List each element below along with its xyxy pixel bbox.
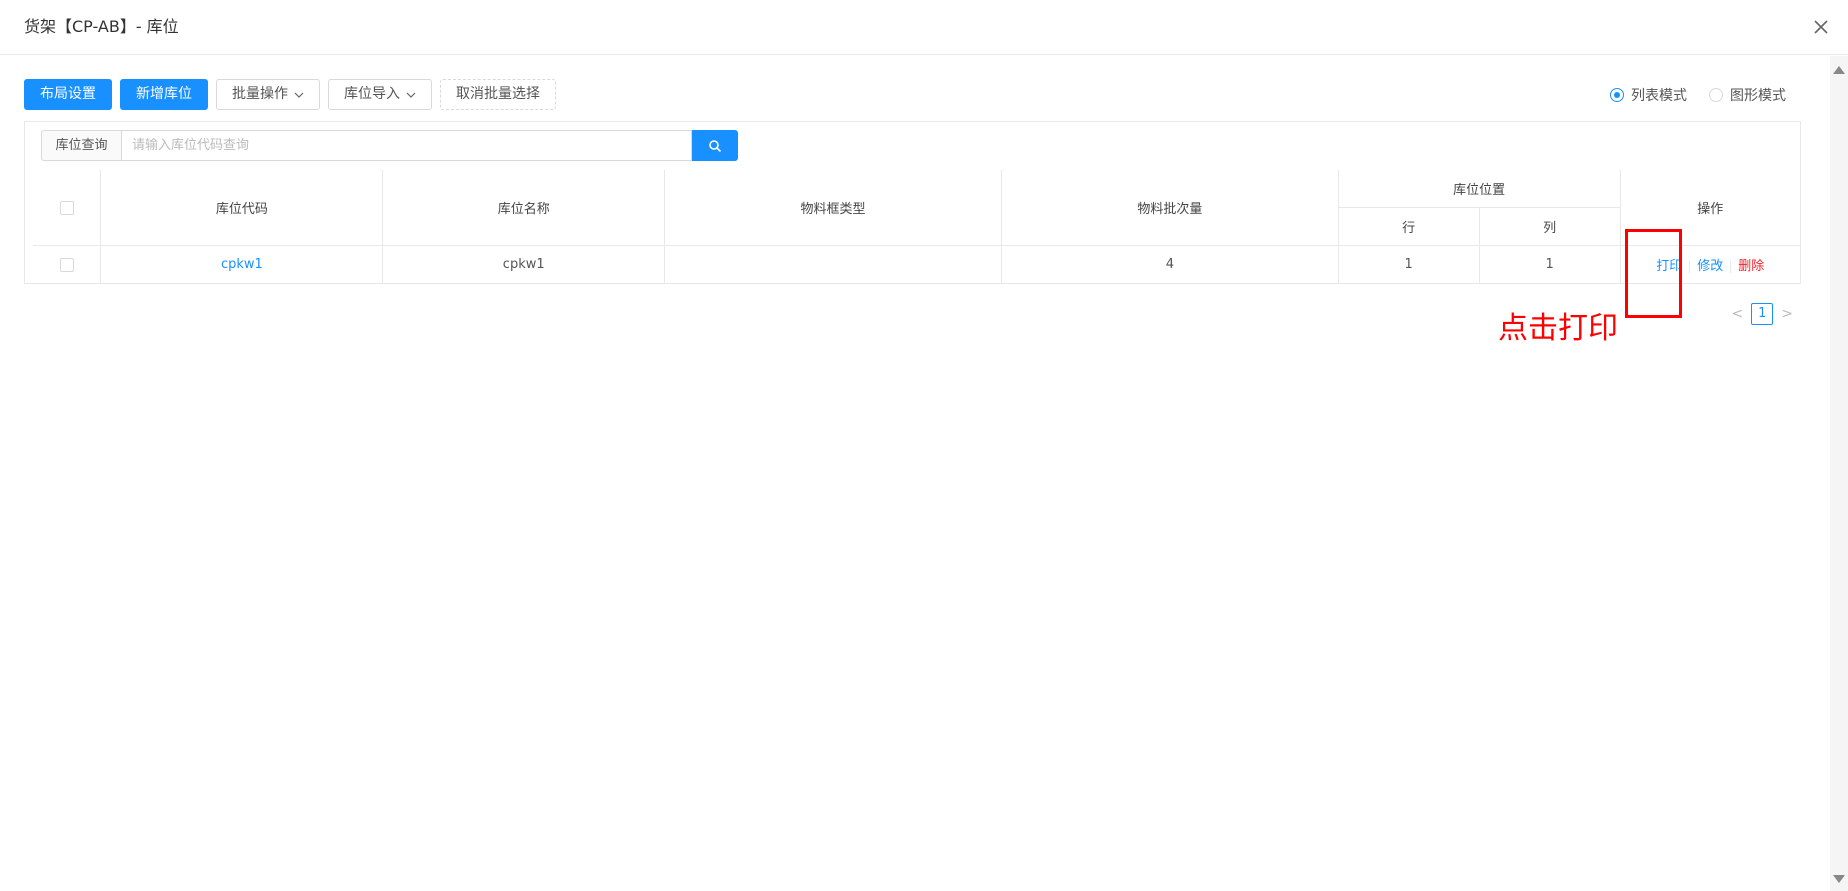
cell-batch-qty: 4 xyxy=(1001,245,1339,284)
add-location-label: 新增库位 xyxy=(136,86,192,102)
view-mode-radio-group: 列表模式 图形模式 xyxy=(1610,85,1786,105)
cancel-batch-select-label: 取消批量选择 xyxy=(456,86,540,102)
dialog-title: 货架【CP-AB】- 库位 xyxy=(24,17,179,36)
select-all-cell xyxy=(33,170,102,246)
row-checkbox[interactable] xyxy=(59,257,74,272)
location-table: 库位代码 库位名称 物料框类型 物料批次量 库位位置 操作 行 列 cpkw1 … xyxy=(33,170,1800,284)
annotation-highlight-box xyxy=(1625,229,1682,318)
dialog-header: 货架【CP-AB】- 库位 xyxy=(0,0,1848,55)
column-header-row: 行 xyxy=(1338,207,1480,246)
column-header-batch-qty: 物料批次量 xyxy=(1001,170,1339,246)
list-mode-label: 列表模式 xyxy=(1631,88,1687,104)
graphic-mode-option[interactable]: 图形模式 xyxy=(1709,85,1786,105)
cancel-batch-select-button[interactable]: 取消批量选择 xyxy=(440,79,556,110)
action-divider xyxy=(1730,260,1732,273)
column-header-name: 库位名称 xyxy=(382,170,666,246)
prev-page-icon[interactable]: < xyxy=(1732,306,1744,322)
batch-operations-dropdown[interactable]: 批量操作 xyxy=(216,79,320,110)
column-header-col: 列 xyxy=(1479,207,1621,246)
graphic-mode-label: 图形模式 xyxy=(1730,88,1786,104)
location-code-link[interactable]: cpkw1 xyxy=(221,257,263,272)
search-label: 库位查询 xyxy=(41,130,121,161)
layout-settings-label: 布局设置 xyxy=(40,86,96,102)
pagination: < 1 > xyxy=(1732,303,1793,325)
search-bar: 库位查询 xyxy=(41,130,738,161)
layout-settings-button[interactable]: 布局设置 xyxy=(24,79,112,110)
search-button[interactable] xyxy=(692,130,738,161)
row-select-cell xyxy=(33,245,102,284)
chevron-down-icon xyxy=(406,92,416,98)
cell-code: cpkw1 xyxy=(100,245,384,284)
scroll-down-icon[interactable] xyxy=(1833,875,1845,883)
column-header-position: 库位位置 xyxy=(1338,170,1621,208)
batch-operations-label: 批量操作 xyxy=(232,86,288,102)
cell-col: 1 xyxy=(1479,245,1621,284)
toolbar: 布局设置 新增库位 批量操作 库位导入 取消批量选择 xyxy=(24,79,556,110)
list-mode-radio[interactable] xyxy=(1610,88,1624,102)
column-header-code: 库位代码 xyxy=(100,170,384,246)
scroll-up-icon[interactable] xyxy=(1833,66,1845,74)
column-header-box-type: 物料框类型 xyxy=(664,170,1002,246)
location-import-dropdown[interactable]: 库位导入 xyxy=(328,79,432,110)
add-location-button[interactable]: 新增库位 xyxy=(120,79,208,110)
chevron-down-icon xyxy=(294,92,304,98)
cell-row: 1 xyxy=(1338,245,1480,284)
list-mode-option[interactable]: 列表模式 xyxy=(1610,85,1687,105)
edit-link[interactable]: 修改 xyxy=(1697,259,1723,274)
location-table-panel: 库位查询 库位代码 库位名称 物料框类型 物料批次量 库位位置 操作 行 列 xyxy=(24,121,1801,284)
graphic-mode-radio[interactable] xyxy=(1709,88,1723,102)
select-all-checkbox[interactable] xyxy=(59,200,74,215)
annotation-text: 点击打印 xyxy=(1498,311,1618,346)
search-input[interactable] xyxy=(121,130,692,161)
location-import-label: 库位导入 xyxy=(344,86,400,102)
cell-name: cpkw1 xyxy=(382,245,666,284)
cell-box-type xyxy=(664,245,1002,284)
next-page-icon[interactable]: > xyxy=(1781,306,1793,322)
table-row: cpkw1 cpkw1 4 1 1 打印 修改 删除 xyxy=(33,245,1800,284)
action-divider xyxy=(1689,260,1691,273)
delete-link[interactable]: 删除 xyxy=(1738,259,1764,274)
close-icon[interactable] xyxy=(1812,18,1830,36)
vertical-scrollbar[interactable] xyxy=(1830,56,1848,891)
page-item-current[interactable]: 1 xyxy=(1751,303,1774,325)
search-icon xyxy=(709,139,722,152)
